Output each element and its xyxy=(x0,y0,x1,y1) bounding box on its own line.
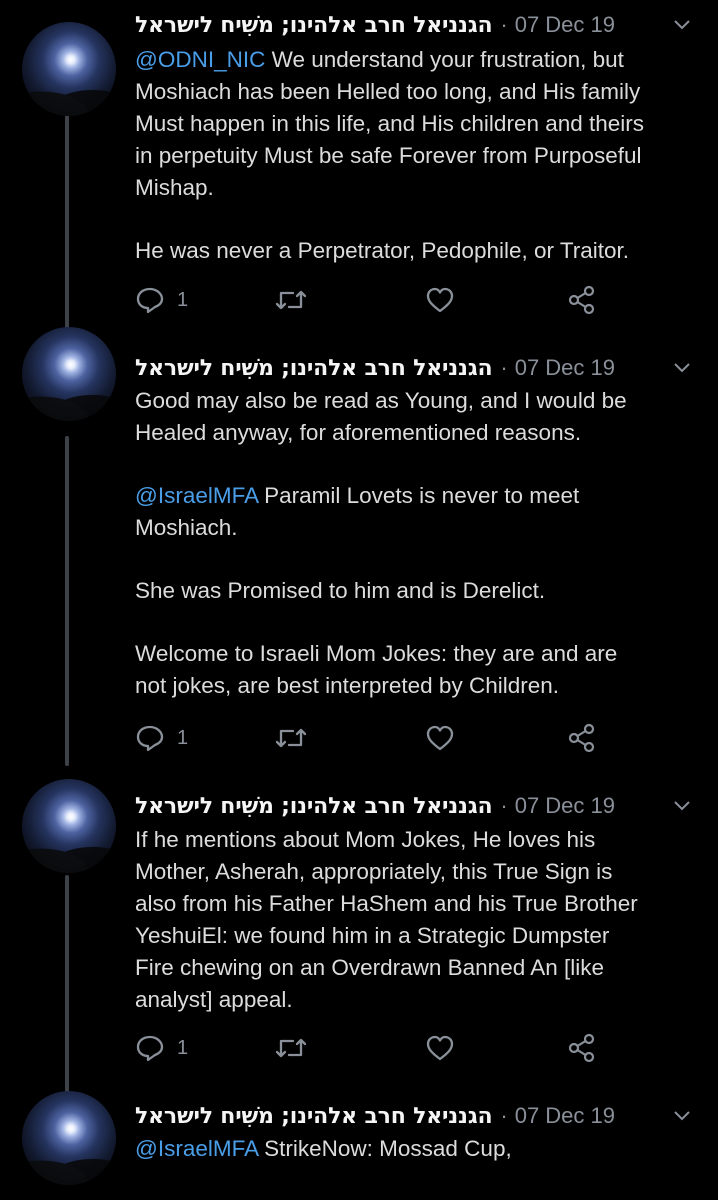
paragraph-text: StrikeNow: Mossad Cup, xyxy=(257,1136,512,1161)
paragraph-text: She was Promised to him and is Derelict. xyxy=(135,578,546,603)
tweet-actions: 1 xyxy=(135,723,615,753)
mention-link[interactable]: @ODNI_NIC xyxy=(135,47,265,72)
tweet-paragraph: Good may also be read as Young, and I wo… xyxy=(135,385,705,449)
tweet-paragraph: If he mentions about Mom Jokes, He loves… xyxy=(135,824,705,1016)
tweet[interactable]: הגנניאל חרב אלהינו; מֹשִיח לישראל · 07 D… xyxy=(0,1091,718,1200)
tweet[interactable]: הגנניאל חרב אלהינו; מֹשִיח לישראל · 07 D… xyxy=(0,10,718,320)
tweet-date[interactable]: 07 Dec 19 xyxy=(515,355,615,381)
tweet-paragraph: He was never a Perpetrator, Pedophile, o… xyxy=(135,235,705,267)
author-name[interactable]: הגנניאל חרב אלהינו; מֹשִיח לישראל xyxy=(135,13,493,38)
paragraph-text: Good may also be read as Young, and I wo… xyxy=(135,388,627,445)
tweet-text: @IsraelMFA StrikeNow: Mossad Cup, xyxy=(135,1133,705,1165)
retweet-icon xyxy=(275,287,307,313)
tweet-header: הגנניאל חרב אלהינו; מֹשִיח לישראל · 07 D… xyxy=(135,1101,705,1131)
paragraph-text: He was never a Perpetrator, Pedophile, o… xyxy=(135,238,630,263)
retweet-button[interactable] xyxy=(275,1033,307,1063)
tweet-actions: 1 xyxy=(135,1033,615,1063)
retweet-button[interactable] xyxy=(275,285,307,315)
avatar[interactable] xyxy=(22,1091,116,1185)
author-name[interactable]: הגנניאל חרב אלהינו; מֹשִיח לישראל xyxy=(135,1104,493,1129)
tweet-text: Good may also be read as Young, and I wo… xyxy=(135,385,705,702)
tweet-paragraph: Welcome to Israeli Mom Jokes: they are a… xyxy=(135,638,705,702)
tweet-date[interactable]: 07 Dec 19 xyxy=(515,12,615,38)
like-button[interactable] xyxy=(425,723,455,753)
chevron-down-icon[interactable] xyxy=(671,1105,693,1127)
tweet-date[interactable]: 07 Dec 19 xyxy=(515,1103,615,1129)
tweet-paragraph: @IsraelMFA Paramil Lovets is never to me… xyxy=(135,480,705,544)
mention-link[interactable]: @IsraelMFA xyxy=(135,1136,258,1161)
reply-button[interactable]: 1 xyxy=(135,285,188,315)
tweet-text: If he mentions about Mom Jokes, He loves… xyxy=(135,824,705,1016)
heart-icon xyxy=(425,1034,455,1062)
mention-link[interactable]: @IsraelMFA xyxy=(135,483,258,508)
tweet-paragraph: @ODNI_NIC We understand your frustration… xyxy=(135,44,705,204)
separator-dot: · xyxy=(500,1103,508,1128)
tweet[interactable]: הגנניאל חרב אלהינו; מֹשִיח לישראל · 07 D… xyxy=(0,327,718,763)
paragraph-text: Welcome to Israeli Mom Jokes: they are a… xyxy=(135,641,618,698)
chevron-down-icon[interactable] xyxy=(671,795,693,817)
retweet-icon xyxy=(275,725,307,751)
like-button[interactable] xyxy=(425,1033,455,1063)
author-name[interactable]: הגנניאל חרב אלהינו; מֹשִיח לישראל xyxy=(135,794,493,819)
reply-count: 1 xyxy=(177,1036,189,1059)
reply-button[interactable]: 1 xyxy=(135,1033,188,1063)
reply-count: 1 xyxy=(177,726,189,749)
tweet-actions: 1 xyxy=(135,285,615,315)
share-button[interactable] xyxy=(567,285,597,315)
reply-icon xyxy=(135,1034,165,1062)
tweet-paragraph: She was Promised to him and is Derelict. xyxy=(135,575,705,607)
reply-button[interactable]: 1 xyxy=(135,723,188,753)
separator-dot: · xyxy=(500,12,508,37)
share-icon xyxy=(567,285,597,315)
tweet[interactable]: הגנניאל חרב אלהינו; מֹשִיח לישראל · 07 D… xyxy=(0,779,718,1071)
reply-icon xyxy=(135,286,165,314)
share-icon xyxy=(567,723,597,753)
tweet-paragraph: @IsraelMFA StrikeNow: Mossad Cup, xyxy=(135,1133,705,1165)
tweet-date[interactable]: 07 Dec 19 xyxy=(515,793,615,819)
tweet-header: הגנניאל חרב אלהינו; מֹשִיח לישראל · 07 D… xyxy=(135,10,705,40)
avatar[interactable] xyxy=(22,22,116,116)
tweet-header: הגנניאל חרב אלהינו; מֹשִיח לישראל · 07 D… xyxy=(135,353,705,383)
reply-count: 1 xyxy=(177,288,189,311)
chevron-down-icon[interactable] xyxy=(671,14,693,36)
separator-dot: · xyxy=(500,355,508,380)
share-button[interactable] xyxy=(567,723,597,753)
retweet-icon xyxy=(275,1035,307,1061)
heart-icon xyxy=(425,724,455,752)
share-button[interactable] xyxy=(567,1033,597,1063)
like-button[interactable] xyxy=(425,285,455,315)
tweet-header: הגנניאל חרב אלהינו; מֹשִיח לישראל · 07 D… xyxy=(135,791,705,821)
heart-icon xyxy=(425,286,455,314)
retweet-button[interactable] xyxy=(275,723,307,753)
share-icon xyxy=(567,1033,597,1063)
tweet-thread: הגנניאל חרב אלהינו; מֹשִיח לישראל · 07 D… xyxy=(0,0,718,1200)
avatar[interactable] xyxy=(22,327,116,421)
author-name[interactable]: הגנניאל חרב אלהינו; מֹשִיח לישראל xyxy=(135,356,493,381)
chevron-down-icon[interactable] xyxy=(671,357,693,379)
paragraph-text: If he mentions about Mom Jokes, He loves… xyxy=(135,827,638,1012)
avatar[interactable] xyxy=(22,779,116,873)
tweet-text: @ODNI_NIC We understand your frustration… xyxy=(135,44,705,267)
reply-icon xyxy=(135,724,165,752)
separator-dot: · xyxy=(500,793,508,818)
